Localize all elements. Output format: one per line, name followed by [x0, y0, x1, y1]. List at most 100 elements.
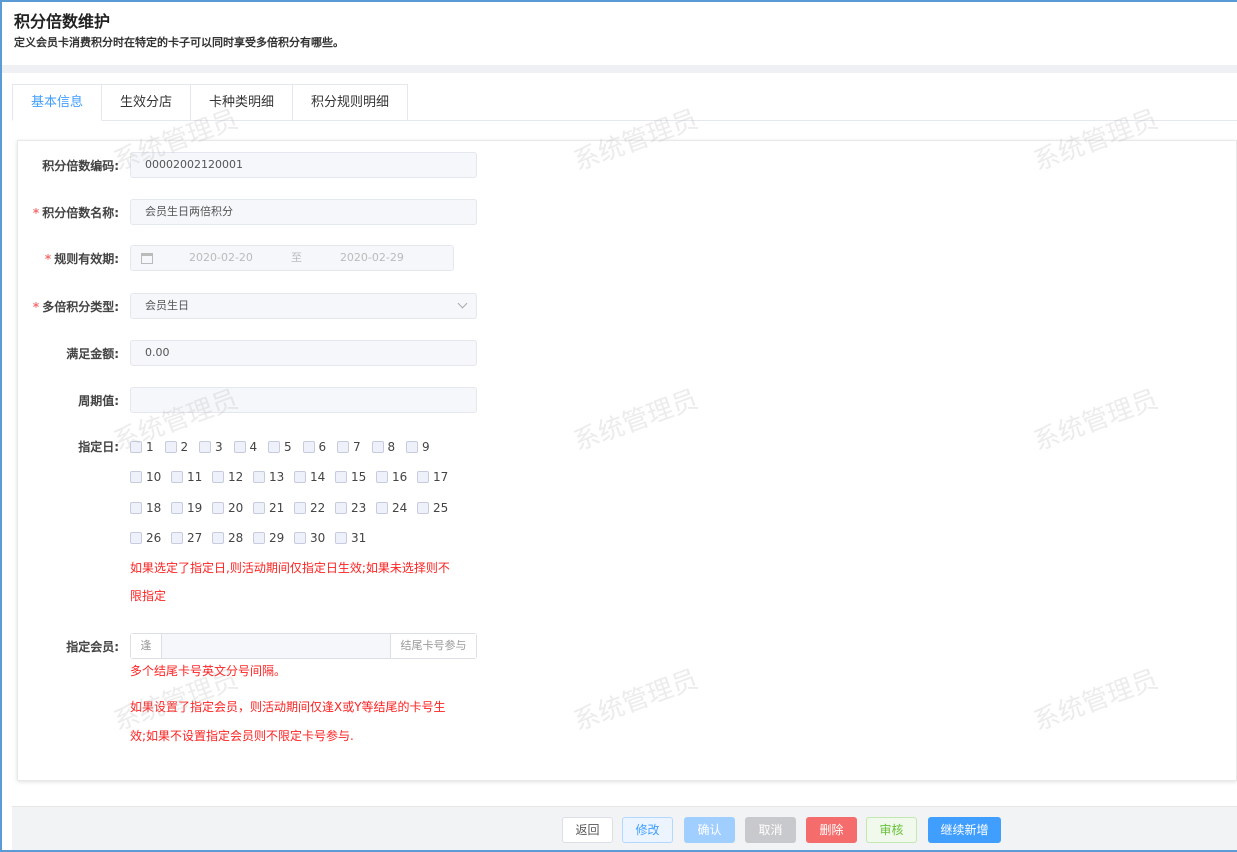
checkbox-box[interactable]	[417, 471, 429, 483]
day-checkbox-10[interactable]: 10	[130, 470, 171, 484]
edit-button[interactable]: 修改	[622, 817, 673, 843]
delete-button[interactable]: 删除	[806, 817, 857, 843]
day-checkbox-7[interactable]: 7	[337, 440, 372, 454]
day-checkbox-28[interactable]: 28	[212, 531, 253, 545]
audit-button[interactable]: 审核	[866, 817, 917, 843]
row-type: * 多倍积分类型: 会员生日	[18, 293, 498, 319]
day-checkbox-2[interactable]: 2	[164, 440, 200, 454]
day-checkbox-5[interactable]: 5	[268, 440, 303, 454]
day-label: 20	[228, 501, 244, 515]
checkbox-box[interactable]	[253, 502, 265, 514]
day-checkbox-31[interactable]: 31	[335, 531, 376, 545]
checkbox-box[interactable]	[130, 471, 142, 483]
checkbox-box[interactable]	[233, 441, 246, 453]
day-checkbox-11[interactable]: 11	[171, 470, 212, 484]
range-separator: 至	[290, 251, 302, 264]
confirm-button[interactable]: 确认	[684, 817, 735, 843]
day-label: 12	[228, 470, 244, 484]
cycle-field[interactable]	[130, 387, 477, 413]
day-checkbox-20[interactable]: 20	[212, 501, 253, 515]
code-field[interactable]: 0000200212000​1	[130, 152, 477, 178]
tab-stores[interactable]: 生效分店	[102, 84, 192, 121]
day-label: 27	[187, 531, 203, 545]
cancel-button[interactable]: 取消	[745, 817, 796, 843]
day-checkbox-1[interactable]: 1	[130, 440, 165, 454]
day-label: 26	[146, 531, 162, 545]
member-label: 指定会员:	[66, 639, 119, 654]
tab-points-rules[interactable]: 积分规则明细	[293, 84, 409, 121]
day-checkbox-30[interactable]: 30	[294, 531, 335, 545]
day-checkbox-6[interactable]: 6	[302, 440, 338, 454]
name-field[interactable]: 会员生日两倍积分	[130, 199, 477, 225]
checkbox-box[interactable]	[212, 502, 224, 514]
checkbox-box[interactable]	[376, 502, 388, 514]
day-checkbox-12[interactable]: 12	[212, 470, 253, 484]
end-date[interactable]: 2020-02-29	[340, 246, 404, 270]
tab-bar: 基本信息 生效分店 卡种类明细 积分规则明细	[12, 84, 1237, 121]
checkbox-box[interactable]	[268, 441, 280, 453]
day-checkbox-19[interactable]: 19	[171, 501, 212, 515]
day-checkbox-3[interactable]: 3	[199, 440, 234, 454]
day-checkbox-22[interactable]: 22	[294, 501, 335, 515]
day-checkbox-26[interactable]: 26	[130, 531, 171, 545]
day-checkbox-23[interactable]: 23	[335, 501, 376, 515]
checkbox-box[interactable]	[199, 441, 211, 453]
checkbox-box[interactable]	[376, 471, 388, 483]
type-select[interactable]: 会员生日	[130, 293, 477, 319]
checkbox-box[interactable]	[212, 532, 224, 544]
checkbox-box[interactable]	[302, 441, 315, 453]
day-checkbox-29[interactable]: 29	[253, 531, 294, 545]
day-checkbox-21[interactable]: 21	[253, 501, 294, 515]
checkbox-box[interactable]	[130, 441, 142, 453]
days-row: 18 19 20 21 22 23 24 25	[130, 501, 458, 515]
checkbox-box[interactable]	[171, 471, 183, 483]
day-checkbox-8[interactable]: 8	[371, 440, 407, 454]
checkbox-box[interactable]	[212, 471, 224, 483]
date-range-picker[interactable]: 2020-02-20 至 2020-02-29	[130, 245, 454, 271]
chevron-down-icon	[457, 298, 468, 309]
checkbox-box[interactable]	[294, 471, 306, 483]
day-label: 1	[146, 440, 154, 454]
checkbox-box[interactable]	[253, 471, 265, 483]
checkbox-box[interactable]	[130, 532, 142, 544]
member-prefix: 逢	[131, 634, 162, 658]
day-checkbox-18[interactable]: 18	[130, 501, 171, 515]
day-label: 4	[249, 440, 258, 454]
day-checkbox-25[interactable]: 25	[417, 501, 458, 515]
checkbox-box[interactable]	[171, 532, 183, 544]
checkbox-box[interactable]	[337, 441, 349, 453]
tab-card-types[interactable]: 卡种类明细	[191, 84, 294, 121]
day-checkbox-17[interactable]: 17	[417, 470, 458, 484]
checkbox-box[interactable]	[164, 441, 177, 453]
day-checkbox-14[interactable]: 14	[294, 470, 335, 484]
day-checkbox-27[interactable]: 27	[171, 531, 212, 545]
checkbox-box[interactable]	[371, 441, 384, 453]
start-date[interactable]: 2020-02-20	[189, 246, 253, 270]
member-field[interactable]	[162, 634, 390, 658]
checkbox-box[interactable]	[294, 502, 306, 514]
day-label: 16	[392, 470, 408, 484]
checkbox-box[interactable]	[335, 502, 347, 514]
checkbox-box[interactable]	[294, 532, 306, 544]
day-label: 14	[310, 470, 326, 484]
day-checkbox-4[interactable]: 4	[233, 440, 269, 454]
tab-basic-info[interactable]: 基本信息	[12, 84, 102, 121]
checkbox-box[interactable]	[335, 532, 347, 544]
day-checkbox-16[interactable]: 16	[376, 470, 417, 484]
checkbox-box[interactable]	[130, 502, 142, 514]
day-label: 28	[228, 531, 244, 545]
checkbox-box[interactable]	[253, 532, 265, 544]
day-checkbox-9[interactable]: 9	[406, 440, 441, 454]
checkbox-box[interactable]	[417, 502, 429, 514]
amount-field[interactable]: 0.00	[130, 340, 477, 366]
day-checkbox-13[interactable]: 13	[253, 470, 294, 484]
checkbox-box[interactable]	[335, 471, 347, 483]
checkbox-box[interactable]	[406, 441, 418, 453]
day-label: 22	[310, 501, 326, 515]
day-checkbox-15[interactable]: 15	[335, 470, 376, 484]
continue-add-button[interactable]: 继续新增	[928, 817, 1001, 843]
back-button[interactable]: 返回	[562, 817, 613, 843]
checkbox-box[interactable]	[171, 502, 183, 514]
days-note: 如果选定了指定日,则活动期间仅指定日生效;如果未选择则不 限指定	[130, 561, 450, 603]
day-checkbox-24[interactable]: 24	[376, 501, 417, 515]
